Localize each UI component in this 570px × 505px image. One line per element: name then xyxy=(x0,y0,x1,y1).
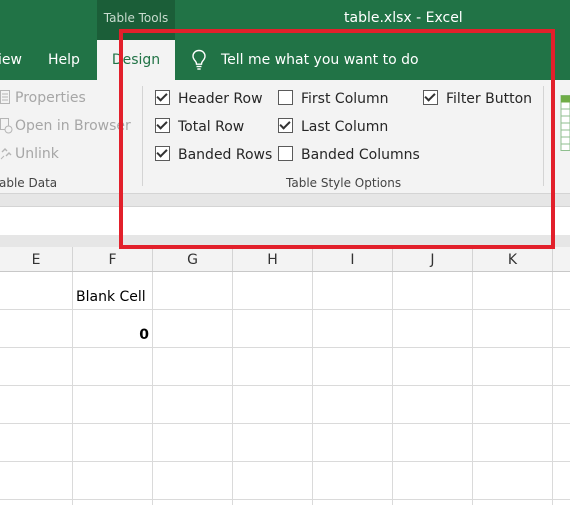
table-styles-gallery-icon[interactable] xyxy=(560,95,570,151)
grid-line xyxy=(312,272,313,505)
window-title: table.xlsx - Excel xyxy=(344,10,463,26)
tab-view[interactable]: iew xyxy=(0,52,22,68)
tab-help[interactable]: Help xyxy=(48,52,80,68)
column-header-f[interactable]: F xyxy=(73,247,153,271)
column-header-e[interactable]: E xyxy=(0,247,73,271)
grid-line xyxy=(552,272,553,505)
grid-line xyxy=(0,347,570,348)
grid-line xyxy=(472,272,473,505)
table-data-group-label: able Data xyxy=(0,176,58,190)
open-in-browser-icon xyxy=(0,118,13,134)
properties-button[interactable]: Properties xyxy=(15,90,86,106)
grid-line xyxy=(0,385,570,386)
column-header-j[interactable]: J xyxy=(393,247,473,271)
properties-icon xyxy=(0,90,10,104)
contextual-group-label: Table Tools xyxy=(103,11,169,25)
column-header-k[interactable]: K xyxy=(473,247,553,271)
highlight-box xyxy=(119,29,555,249)
grid-line xyxy=(0,423,570,424)
grid-line xyxy=(152,272,153,505)
grid-line xyxy=(0,461,570,462)
grid-line xyxy=(392,272,393,505)
grid-line xyxy=(0,499,570,500)
grid-line xyxy=(72,272,73,505)
grid-line xyxy=(0,309,570,310)
column-header-g[interactable]: G xyxy=(153,247,233,271)
unlink-button[interactable]: Unlink xyxy=(15,146,59,162)
column-header-h[interactable]: H xyxy=(233,247,313,271)
unlink-icon xyxy=(0,148,12,160)
open-in-browser-button[interactable]: Open in Browser xyxy=(15,118,131,134)
cell-f1[interactable]: Blank Cell xyxy=(76,289,146,305)
cell-f2[interactable]: 0 xyxy=(73,327,149,343)
column-header-i[interactable]: I xyxy=(313,247,393,271)
grid-line xyxy=(232,272,233,505)
